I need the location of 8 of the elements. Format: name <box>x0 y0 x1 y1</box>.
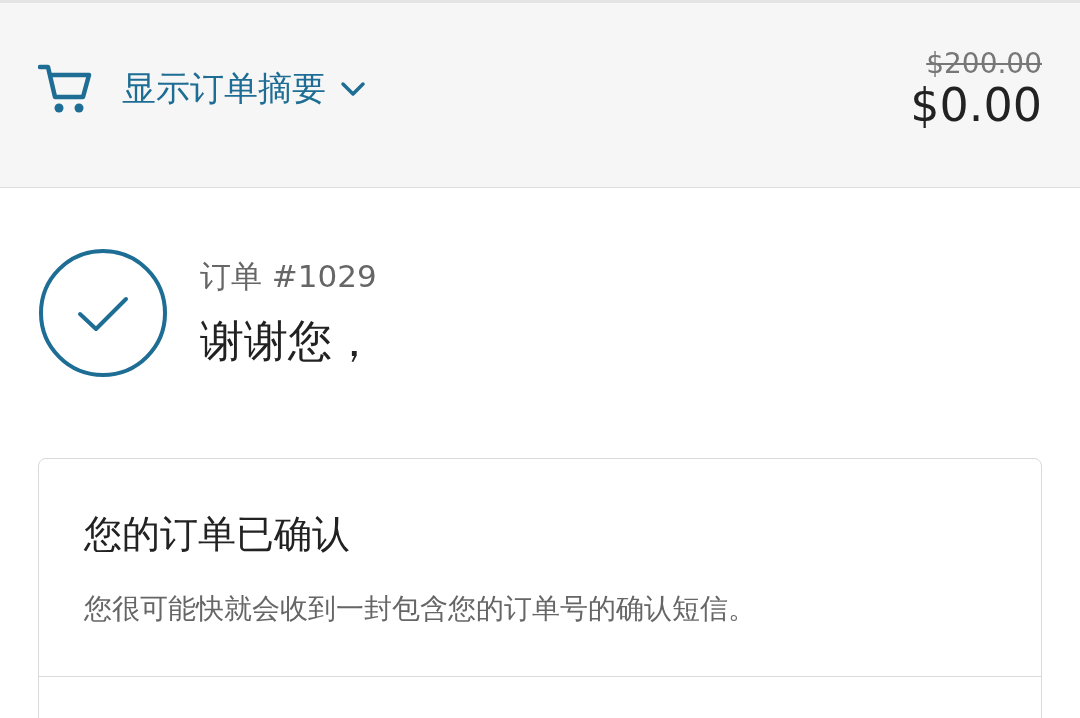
order-number: 订单 #1029 <box>200 256 377 296</box>
order-summary-toggle[interactable]: 显示订单摘要 <box>122 66 366 112</box>
card-title: 您的订单已确认 <box>84 511 351 558</box>
total-price: $0.00 <box>910 80 1042 131</box>
original-price: $200.00 <box>925 47 1042 81</box>
card-message: 您很可能快就会收到一封包含您的订单号的确认短信。 <box>84 591 757 627</box>
cart-icon <box>38 64 92 114</box>
thank-you-heading: 谢谢您， <box>200 313 377 368</box>
